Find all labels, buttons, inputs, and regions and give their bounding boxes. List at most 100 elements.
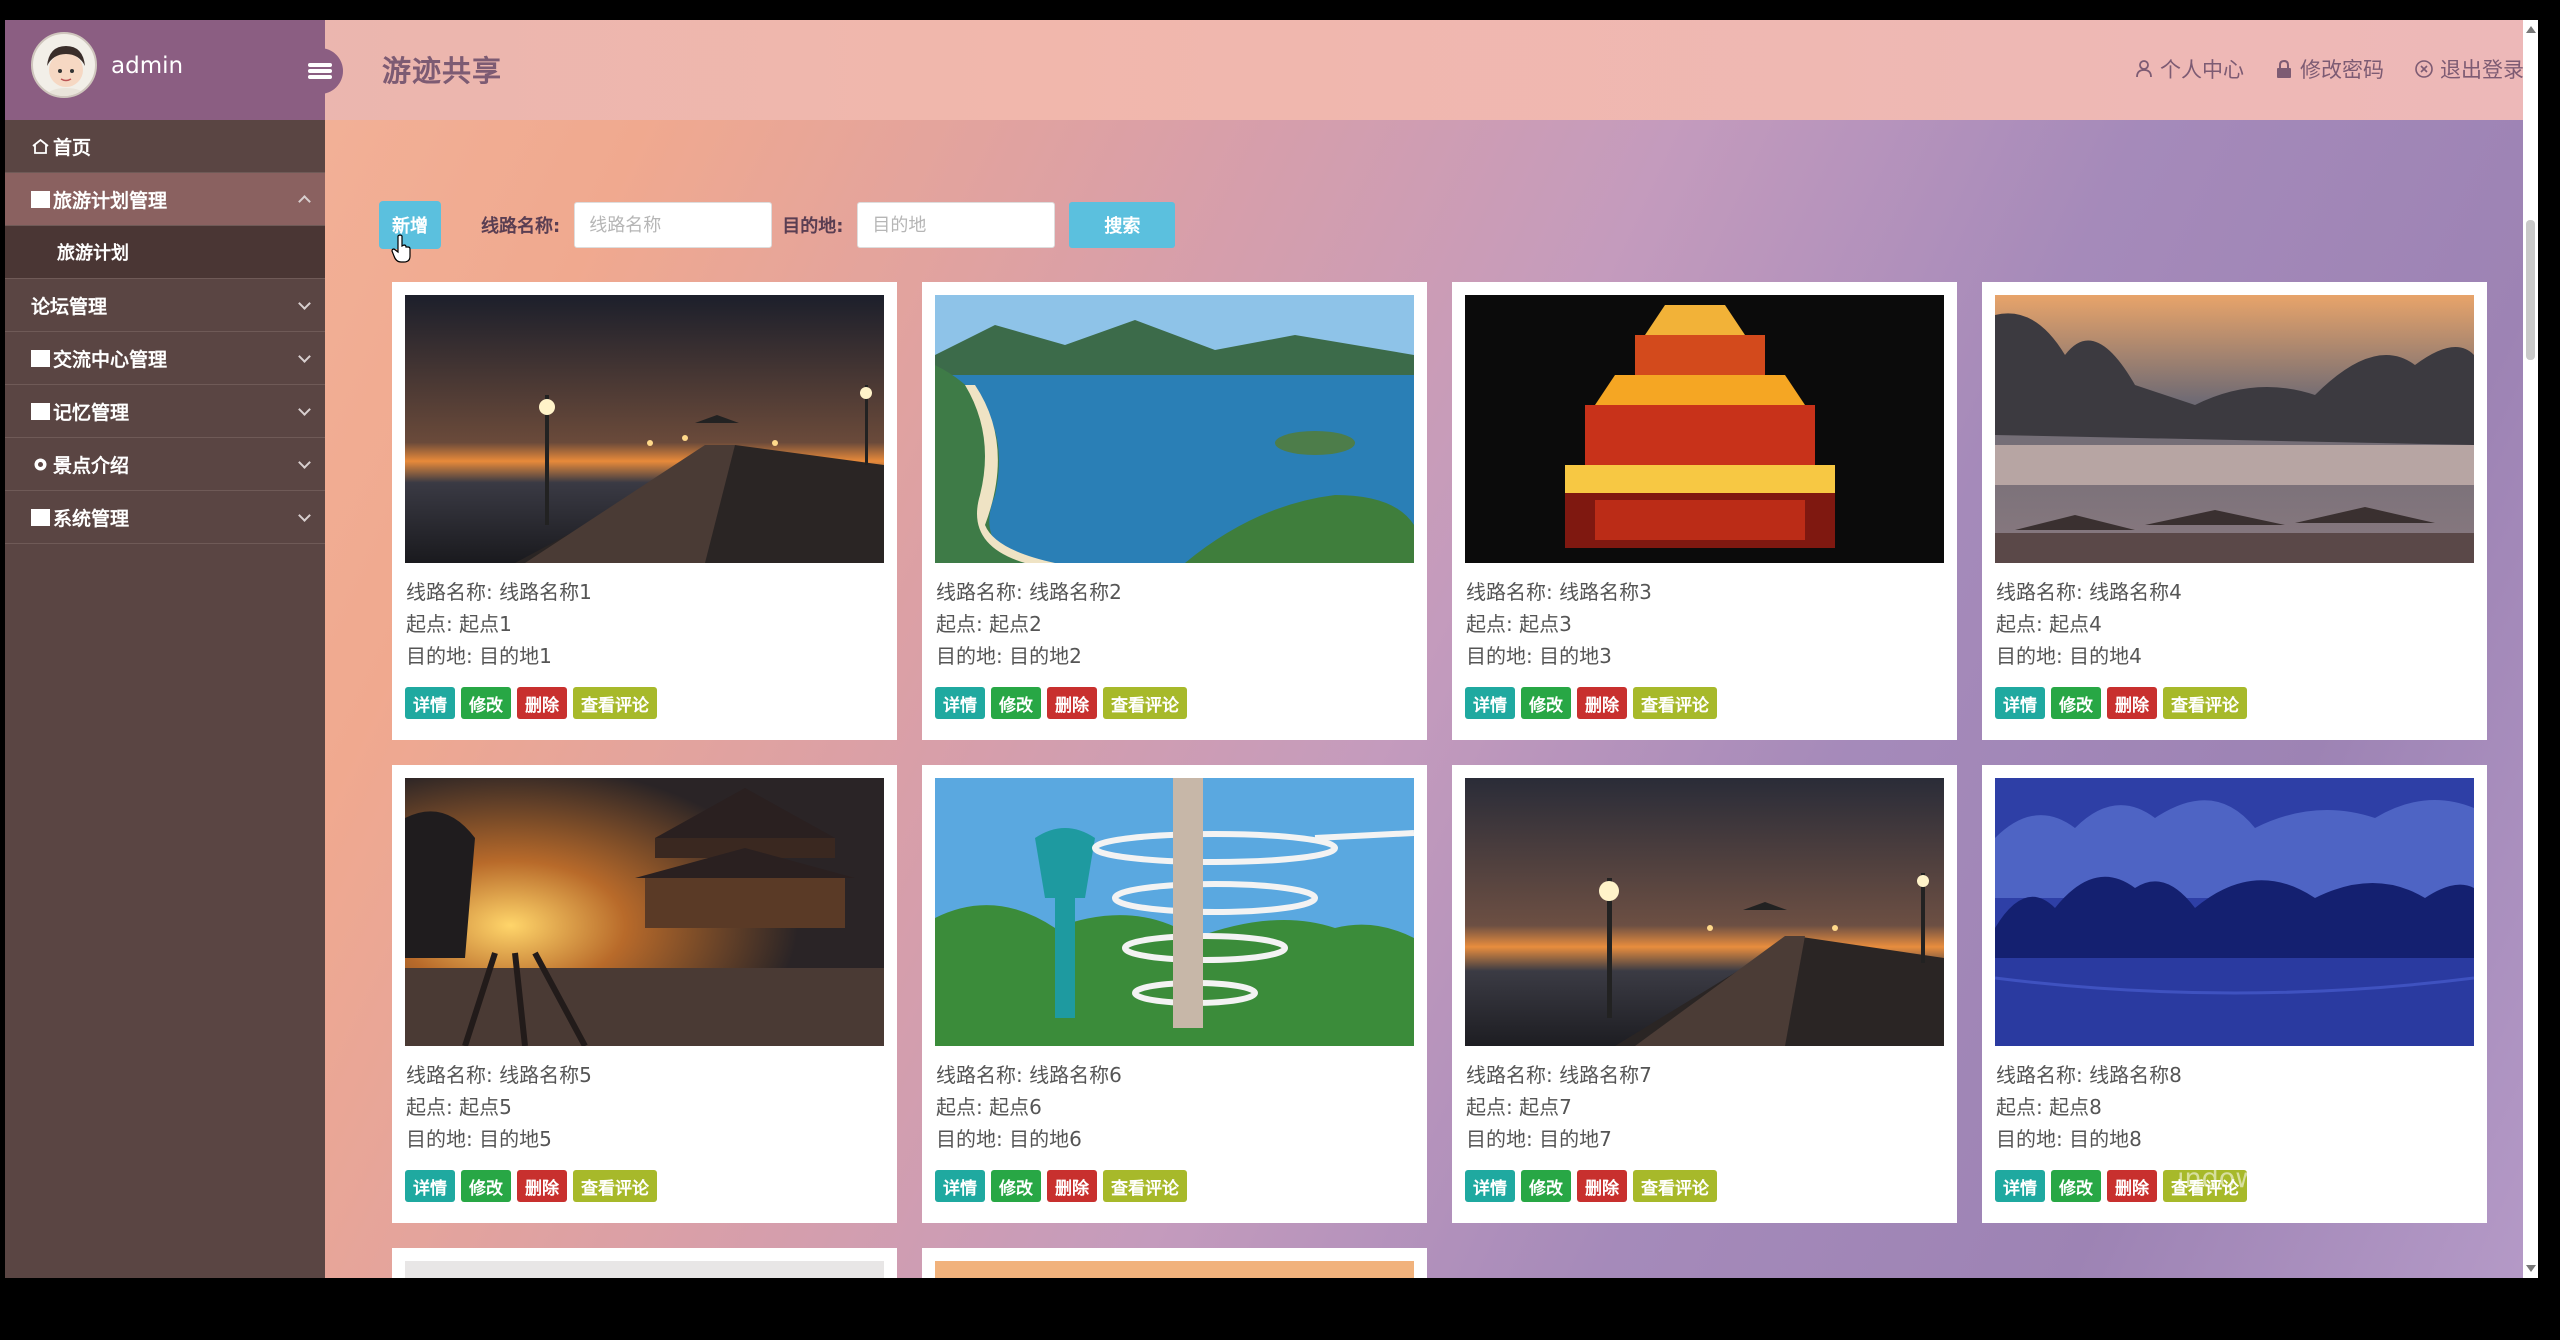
chevron-down-icon	[298, 456, 311, 469]
route-name-input[interactable]	[574, 202, 773, 248]
route-image[interactable]	[405, 1261, 884, 1278]
route-info: 线路名称: 线路名称1 起点: 起点1 目的地: 目的地1	[406, 576, 592, 672]
start-point: 起点: 起点5	[406, 1095, 512, 1119]
route-card-partial	[922, 1248, 1427, 1278]
delete-button[interactable]: 删除	[517, 687, 567, 719]
brand-area: admin	[5, 20, 325, 120]
page-scrollbar[interactable]	[2523, 20, 2538, 1278]
chevron-down-icon	[298, 297, 311, 310]
destination: 目的地: 目的地2	[936, 644, 1082, 668]
card-actions: 详情 修改 删除 查看评论	[935, 1170, 1187, 1202]
route-card: 线路名称: 线路名称8 起点: 起点8 目的地: 目的地8 详情 修改 删除 查…	[1982, 765, 2487, 1223]
edit-button[interactable]: 修改	[1521, 1170, 1571, 1202]
sidebar-item-memory-management[interactable]: 记忆管理	[5, 385, 325, 438]
page-title: 游迹共享	[382, 54, 503, 88]
route-image[interactable]	[1995, 295, 2474, 563]
logout-link[interactable]: 退出登录	[2414, 54, 2524, 84]
detail-button[interactable]: 详情	[935, 687, 985, 719]
route-image[interactable]	[935, 295, 1414, 563]
detail-button[interactable]: 详情	[405, 1170, 455, 1202]
route-image[interactable]	[1465, 295, 1944, 563]
sidebar-item-travel-plan[interactable]: 旅游计划	[5, 226, 325, 279]
edit-button[interactable]: 修改	[461, 1170, 511, 1202]
square-icon	[31, 402, 50, 420]
destination: 目的地: 目的地4	[1996, 644, 2142, 668]
edit-button[interactable]: 修改	[991, 687, 1041, 719]
detail-button[interactable]: 详情	[1465, 687, 1515, 719]
hamburger-icon	[308, 61, 332, 81]
destination-input[interactable]	[857, 202, 1056, 248]
route-info: 线路名称: 线路名称5 起点: 起点5 目的地: 目的地5	[406, 1059, 592, 1155]
view-comments-button[interactable]: 查看评论	[1633, 1170, 1717, 1202]
delete-button[interactable]: 删除	[1047, 1170, 1097, 1202]
destination: 目的地: 目的地7	[1466, 1127, 1612, 1151]
detail-button[interactable]: 详情	[1995, 1170, 2045, 1202]
app-window: admin 游迹共享 个人中心 修改密码 退出登录 首页 旅游计划管理 旅游计划…	[5, 20, 2538, 1278]
start-point: 起点: 起点4	[1996, 612, 2102, 636]
sidebar-item-label: 交流中心管理	[53, 348, 168, 371]
route-card-partial	[392, 1248, 897, 1278]
route-image[interactable]	[405, 295, 884, 563]
route-image[interactable]	[935, 1261, 1414, 1278]
route-image[interactable]	[935, 778, 1414, 1046]
menu-toggle-button[interactable]	[297, 48, 343, 94]
change-password-label: 修改密码	[2300, 58, 2384, 82]
view-comments-button[interactable]: 查看评论	[2163, 687, 2247, 719]
card-actions: 详情 修改 删除 查看评论	[1465, 1170, 1717, 1202]
sidebar-item-forum-management[interactable]: 论坛管理	[5, 279, 325, 332]
edit-button[interactable]: 修改	[1521, 687, 1571, 719]
scroll-down-arrow-icon[interactable]	[2526, 1265, 2536, 1272]
route-card: 线路名称: 线路名称5 起点: 起点5 目的地: 目的地5 详情 修改 删除 查…	[392, 765, 897, 1223]
delete-button[interactable]: 删除	[517, 1170, 567, 1202]
sidebar-item-exchange-center[interactable]: 交流中心管理	[5, 332, 325, 385]
username: admin	[111, 53, 184, 79]
card-actions: 详情 修改 删除 查看评论	[935, 687, 1187, 719]
route-image[interactable]	[405, 778, 884, 1046]
sidebar-item-attractions[interactable]: 景点介绍	[5, 438, 325, 491]
route-info: 线路名称: 线路名称2 起点: 起点2 目的地: 目的地2	[936, 576, 1122, 672]
sidebar-item-home[interactable]: 首页	[5, 120, 325, 173]
destination: 目的地: 目的地8	[1996, 1127, 2142, 1151]
sidebar-item-travel-plan-management[interactable]: 旅游计划管理	[5, 173, 325, 226]
activation-watermark-text: 转到"设置"以激活 Windows。	[2177, 1204, 2424, 1225]
avatar[interactable]	[31, 32, 97, 98]
scrollbar-thumb[interactable]	[2526, 220, 2535, 360]
sidebar-item-system-management[interactable]: 系统管理	[5, 491, 325, 544]
delete-button[interactable]: 删除	[1047, 687, 1097, 719]
view-comments-button[interactable]: 查看评论	[1633, 687, 1717, 719]
delete-button[interactable]: 删除	[1577, 687, 1627, 719]
route-image[interactable]	[1465, 778, 1944, 1046]
edit-button[interactable]: 修改	[991, 1170, 1041, 1202]
scroll-up-arrow-icon[interactable]	[2526, 26, 2536, 33]
start-point: 起点: 起点2	[936, 612, 1042, 636]
detail-button[interactable]: 详情	[935, 1170, 985, 1202]
view-comments-button[interactable]: 查看评论	[1103, 1170, 1187, 1202]
delete-button[interactable]: 删除	[2107, 1170, 2157, 1202]
route-card: 线路名称: 线路名称1 起点: 起点1 目的地: 目的地1 详情 修改 删除 查…	[392, 282, 897, 740]
view-comments-button[interactable]: 查看评论	[1103, 687, 1187, 719]
delete-button[interactable]: 删除	[2107, 687, 2157, 719]
route-name: 线路名称: 线路名称6	[936, 1063, 1122, 1087]
start-point: 起点: 起点3	[1466, 612, 1572, 636]
edit-button[interactable]: 修改	[2051, 1170, 2101, 1202]
edit-button[interactable]: 修改	[2051, 687, 2101, 719]
detail-button[interactable]: 详情	[1995, 687, 2045, 719]
route-image[interactable]	[1995, 778, 2474, 1046]
change-password-link[interactable]: 修改密码	[2274, 54, 2384, 84]
route-card: 线路名称: 线路名称7 起点: 起点7 目的地: 目的地7 详情 修改 删除 查…	[1452, 765, 1957, 1223]
route-info: 线路名称: 线路名称8 起点: 起点8 目的地: 目的地8	[1996, 1059, 2182, 1155]
detail-button[interactable]: 详情	[1465, 1170, 1515, 1202]
detail-button[interactable]: 详情	[405, 687, 455, 719]
edit-button[interactable]: 修改	[461, 687, 511, 719]
view-comments-button[interactable]: 查看评论	[573, 687, 657, 719]
profile-link[interactable]: 个人中心	[2134, 54, 2244, 84]
route-info: 线路名称: 线路名称4 起点: 起点4 目的地: 目的地4	[1996, 576, 2182, 672]
delete-button[interactable]: 删除	[1577, 1170, 1627, 1202]
top-header: admin 游迹共享 个人中心 修改密码 退出登录	[5, 20, 2538, 120]
start-point: 起点: 起点7	[1466, 1095, 1572, 1119]
view-comments-button[interactable]: 查看评论	[573, 1170, 657, 1202]
top-links: 个人中心 修改密码 退出登录	[2134, 54, 2524, 84]
home-icon	[32, 138, 49, 154]
search-button[interactable]: 搜索	[1069, 202, 1176, 248]
gear-icon	[34, 458, 47, 470]
